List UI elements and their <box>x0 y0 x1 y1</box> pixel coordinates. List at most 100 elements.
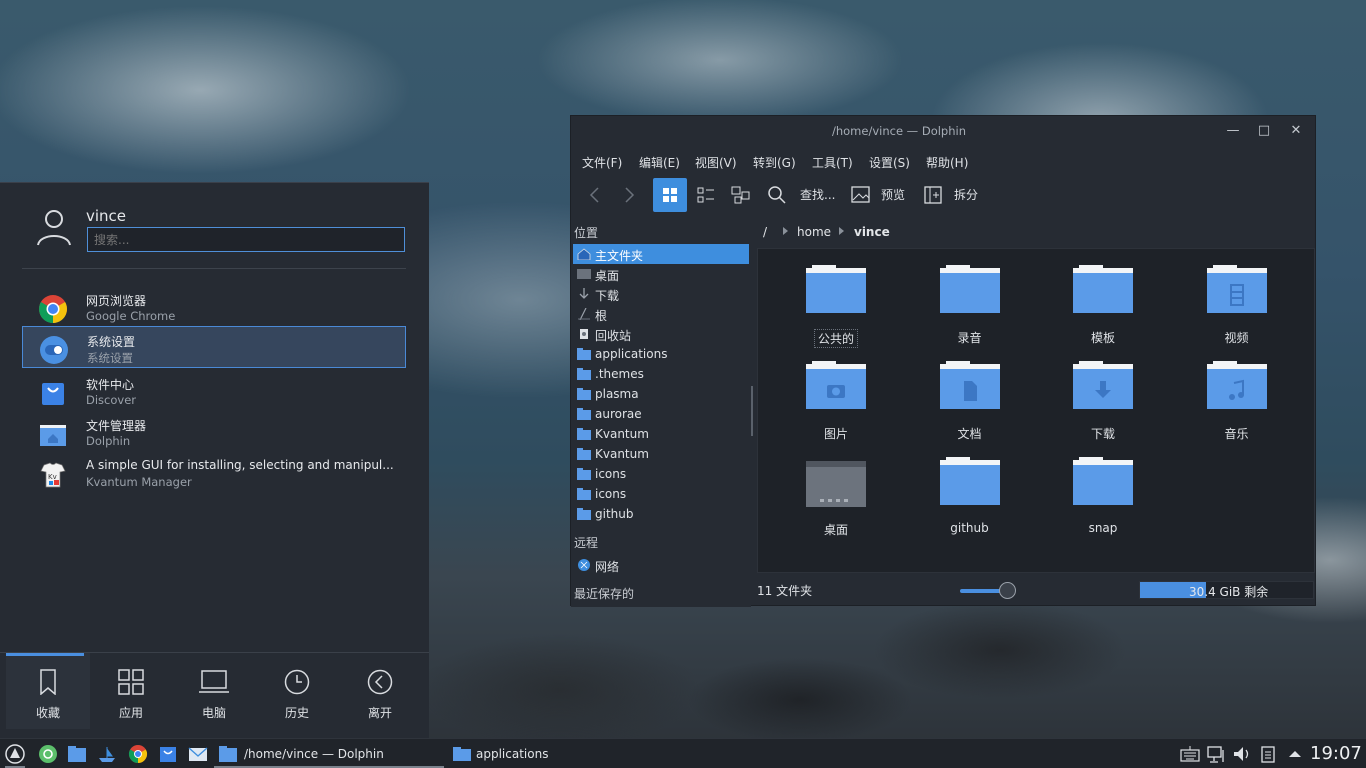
back-icon[interactable] <box>585 178 605 212</box>
split-view-icon[interactable] <box>921 178 945 212</box>
tab-computer[interactable]: 电脑 <box>172 653 256 729</box>
folder-icon <box>577 508 591 520</box>
close-button[interactable]: ✕ <box>1286 122 1306 140</box>
folder-downloads[interactable]: 下载 <box>1043 355 1163 447</box>
place-github[interactable]: github <box>573 504 749 524</box>
app-item-kvantum-manager[interactable]: Kv A simple GUI for installing, selectin… <box>22 452 406 494</box>
task-label: /home/vince — Dolphin <box>244 747 384 761</box>
network-icon <box>578 559 590 571</box>
menu-file[interactable]: 文件(F) <box>582 154 622 171</box>
place-aurorae[interactable]: aurorae <box>573 404 749 424</box>
settings-toggle-icon <box>40 336 68 364</box>
find-button[interactable]: 查找... <box>800 186 835 203</box>
details-view-icon[interactable] <box>723 178 757 212</box>
place-desktop[interactable]: 桌面 <box>573 264 749 284</box>
folder-label: 视频 <box>1224 331 1249 345</box>
settings-gear-icon[interactable] <box>38 744 58 764</box>
folder-icon <box>577 428 591 440</box>
app-item-system-settings[interactable]: 系统设置 系统设置 <box>22 326 406 368</box>
app-launcher-icon[interactable] <box>5 744 25 764</box>
tab-applications[interactable]: 应用 <box>89 653 173 729</box>
folder-videos[interactable]: 视频 <box>1177 259 1297 351</box>
menubar: 文件(F) 编辑(E) 视图(V) 转到(G) 工具(T) 设置(S) 帮助(H… <box>571 150 1317 174</box>
split-button[interactable]: 拆分 <box>954 186 978 203</box>
folder-icon[interactable] <box>67 744 87 764</box>
folder-public[interactable]: 公共的 <box>776 259 896 351</box>
menu-edit[interactable]: 编辑(E) <box>639 154 680 171</box>
search-icon[interactable] <box>765 178 789 212</box>
crumb-home[interactable]: home <box>797 225 831 239</box>
root-slash-icon <box>578 308 590 320</box>
app-subtitle: Kvantum Manager <box>86 475 192 489</box>
app-item-file-manager[interactable]: 文件管理器 Dolphin <box>22 411 406 453</box>
folder-documents[interactable]: 文档 <box>910 355 1030 447</box>
task-applications[interactable]: applications <box>448 739 648 768</box>
forward-icon[interactable] <box>619 178 639 212</box>
folder-music[interactable]: 音乐 <box>1177 355 1297 447</box>
preview-button[interactable]: 预览 <box>881 186 905 203</box>
task-dolphin[interactable]: /home/vince — Dolphin <box>214 739 444 768</box>
user-avatar-icon[interactable] <box>36 207 72 247</box>
clock[interactable]: 19:07 <box>1310 743 1362 764</box>
tab-label: 离开 <box>367 706 392 720</box>
place-label: 回收站 <box>595 329 632 343</box>
place-home[interactable]: 主文件夹 <box>573 244 749 264</box>
folder-icon <box>577 388 591 400</box>
tab-leave[interactable]: 离开 <box>338 653 422 729</box>
breadcrumb: / home vince <box>757 217 1315 247</box>
preview-image-icon[interactable] <box>849 178 873 212</box>
discover-bag-icon[interactable] <box>158 744 178 764</box>
place-root[interactable]: 根 <box>573 304 749 324</box>
folder-github[interactable]: github <box>910 451 1030 543</box>
folder-recordings[interactable]: 录音 <box>910 259 1030 351</box>
maximize-button[interactable]: □ <box>1254 122 1274 140</box>
tab-history[interactable]: 历史 <box>255 653 339 729</box>
remote-heading: 远程 <box>574 536 599 550</box>
search-input[interactable] <box>87 227 405 252</box>
folder-desktop[interactable]: 桌面 <box>776 451 896 543</box>
minimize-button[interactable]: — <box>1223 122 1243 140</box>
app-item-software-center[interactable]: 软件中心 Discover <box>22 370 406 412</box>
keyboard-icon[interactable] <box>1180 744 1200 764</box>
folder-icon <box>1073 265 1133 313</box>
place-network[interactable]: 网络 <box>573 555 749 575</box>
place-downloads[interactable]: 下载 <box>573 284 749 304</box>
tab-favorites[interactable]: 收藏 <box>6 653 90 729</box>
icons-view-icon[interactable] <box>653 178 687 212</box>
menu-tools[interactable]: 工具(T) <box>812 154 853 171</box>
chrome-icon[interactable] <box>128 744 148 764</box>
zoom-slider-handle[interactable] <box>999 582 1016 599</box>
menu-help[interactable]: 帮助(H) <box>926 154 968 171</box>
network-wired-icon[interactable] <box>1206 744 1226 764</box>
place-themes[interactable]: .themes <box>573 364 749 384</box>
menu-settings[interactable]: 设置(S) <box>869 154 910 171</box>
tray-expand-arrow-icon[interactable] <box>1285 744 1305 764</box>
volume-icon[interactable] <box>1232 744 1252 764</box>
mail-icon[interactable] <box>188 744 208 764</box>
free-space-label: 30.4 GiB 剩余 <box>1189 585 1269 599</box>
places-scrollbar[interactable] <box>751 386 753 436</box>
folder-pictures[interactable]: 图片 <box>776 355 896 447</box>
crumb-vince[interactable]: vince <box>854 225 890 239</box>
place-trash[interactable]: 回收站 <box>573 324 749 344</box>
ship-icon[interactable] <box>97 744 117 764</box>
place-plasma[interactable]: plasma <box>573 384 749 404</box>
folder-icon <box>939 457 1000 505</box>
place-applications[interactable]: applications <box>573 344 749 364</box>
place-icons[interactable]: icons <box>573 484 749 504</box>
download-arrow-icon <box>579 288 589 299</box>
folder-templates[interactable]: 模板 <box>1043 259 1163 351</box>
crumb-root[interactable]: / <box>763 225 767 239</box>
compact-view-icon[interactable] <box>689 178 723 212</box>
clipboard-icon[interactable] <box>1258 744 1278 764</box>
place-kvantum[interactable]: Kvantum <box>573 424 749 444</box>
folder-icon <box>577 368 591 380</box>
menu-view[interactable]: 视图(V) <box>695 154 737 171</box>
app-item-web-browser[interactable]: 网页浏览器 Google Chrome <box>22 286 406 328</box>
menu-go[interactable]: 转到(G) <box>753 154 796 171</box>
chrome-icon <box>39 295 67 323</box>
place-kvantum[interactable]: Kvantum <box>573 444 749 464</box>
user-name: vince <box>86 207 127 225</box>
folder-snap[interactable]: snap <box>1043 451 1163 543</box>
place-icons[interactable]: icons <box>573 464 749 484</box>
